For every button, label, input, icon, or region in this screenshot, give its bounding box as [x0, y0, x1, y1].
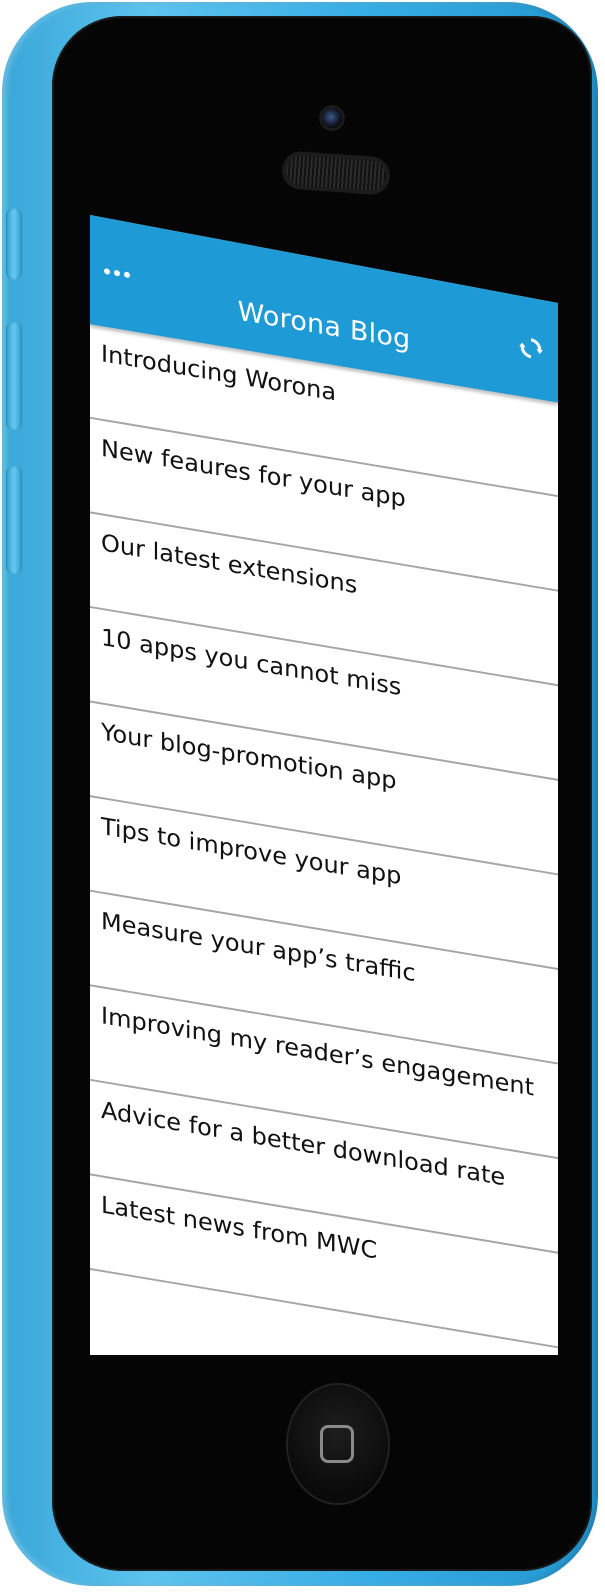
volume-up-button: [6, 322, 22, 430]
app-screen: Worona Blog Introducing Worona New feaure…: [90, 215, 558, 1355]
post-list: Introducing Worona New feaures for your a…: [90, 324, 558, 1349]
refresh-icon[interactable]: [518, 333, 544, 363]
home-square-icon: [320, 1425, 354, 1463]
front-camera: [322, 108, 342, 128]
volume-down-button: [6, 466, 22, 574]
phone-mockup: Worona Blog Introducing Worona New feaure…: [0, 0, 605, 1592]
home-button[interactable]: [288, 1385, 388, 1503]
mute-switch: [6, 208, 22, 280]
